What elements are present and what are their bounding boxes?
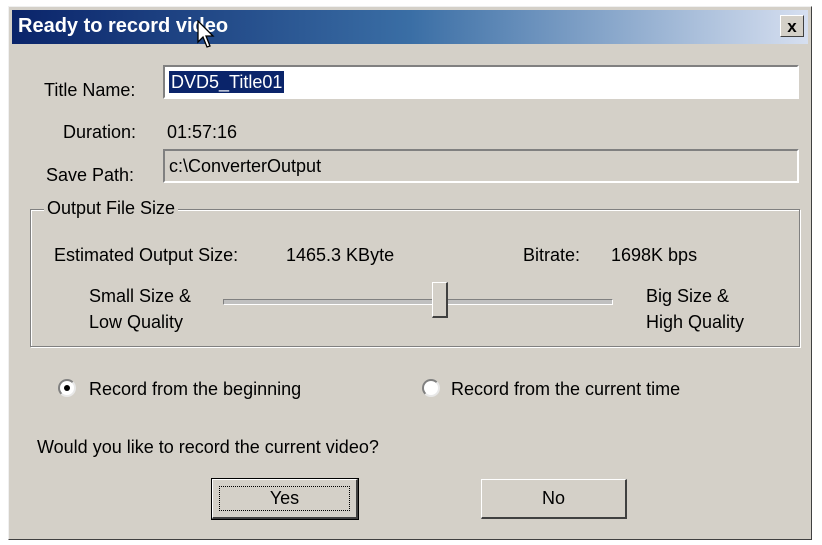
estimated-output-label: Estimated Output Size:	[54, 245, 239, 265]
save-path-label: Save Path:	[46, 165, 135, 185]
record-current-label[interactable]: Record from the current time	[451, 379, 680, 400]
quality-slider-thumb[interactable]	[432, 282, 449, 318]
radio-selected-dot	[64, 385, 70, 391]
record-current-radio[interactable]	[422, 379, 440, 397]
close-icon: x	[787, 16, 797, 36]
big-size-label-line1: Big Size &	[646, 286, 730, 306]
save-path-value: c:\ConverterOutput	[169, 156, 322, 176]
save-path-field[interactable]: c:\ConverterOutput	[163, 149, 799, 183]
duration-label: Duration:	[63, 122, 137, 142]
estimated-output-value: 1465.3 KByte	[286, 245, 395, 265]
title-bar[interactable]: Ready to record video x	[12, 10, 808, 44]
big-size-label-line2: High Quality	[646, 312, 745, 332]
record-beginning-label[interactable]: Record from the beginning	[89, 379, 301, 400]
focus-rect	[219, 486, 350, 511]
record-beginning-radio[interactable]	[58, 379, 76, 397]
yes-button[interactable]: Yes	[211, 478, 359, 520]
title-name-label: Title Name:	[44, 80, 136, 100]
bitrate-value: 1698K bps	[611, 245, 698, 265]
bitrate-label: Bitrate:	[523, 245, 581, 265]
small-size-label-line1: Small Size &	[89, 286, 192, 306]
arrow-cursor-icon	[197, 20, 215, 48]
record-prompt: Would you like to record the current vid…	[37, 437, 379, 457]
small-size-label-line2: Low Quality	[89, 312, 184, 332]
no-button-label: No	[541, 488, 565, 508]
output-file-size-legend: Output File Size	[44, 198, 179, 219]
no-button[interactable]: No	[481, 479, 627, 519]
title-name-value: DVD5_Title01	[169, 71, 285, 93]
title-name-input[interactable]: DVD5_Title01	[163, 65, 799, 99]
duration-value: 01:57:16	[167, 122, 238, 142]
close-button[interactable]: x	[780, 15, 804, 37]
quality-slider-track[interactable]	[223, 299, 613, 305]
